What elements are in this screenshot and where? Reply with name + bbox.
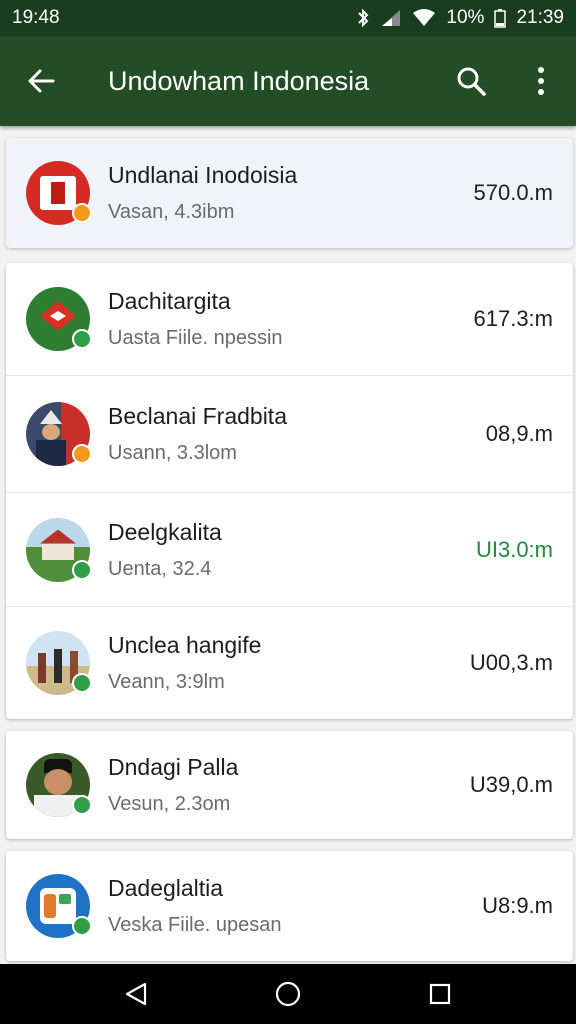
item-subtitle: Vasan, 4.3ibm xyxy=(108,201,235,223)
avatar xyxy=(26,402,92,466)
app-list: Undlanai Inodoisia Vasan, 4.3ibm 570.0.m… xyxy=(6,138,573,961)
item-name: Deelgkalita xyxy=(108,518,222,545)
list-item[interactable]: Undlanai Inodoisia Vasan, 4.3ibm 570.0.m xyxy=(6,138,573,248)
card-group-3: Dadeglaltia Veska Fiile. upesan U8:9.m xyxy=(6,851,573,961)
list-item[interactable]: Dndagi Palla Vesun, 2.3om U39,0.m xyxy=(6,731,573,839)
item-size: 617.3:m xyxy=(473,306,554,331)
avatar xyxy=(26,874,92,938)
status-bar: 19:48 10% 21:39 xyxy=(0,0,576,36)
item-name: Undlanai Inodoisia xyxy=(108,162,298,188)
battery-icon xyxy=(494,9,507,28)
overflow-menu-button[interactable] xyxy=(506,66,576,96)
item-name: Dachitargita xyxy=(108,288,231,314)
card-group-1: Dachitargita Uasta Fiile. npessin 617.3:… xyxy=(6,263,573,719)
item-subtitle: Usann, 3.3lom xyxy=(108,442,237,464)
status-time-left: 19:48 xyxy=(12,7,60,28)
list-item[interactable]: Dadeglaltia Veska Fiile. upesan U8:9.m xyxy=(6,851,573,961)
item-subtitle: Uenta, 32.4 xyxy=(108,557,212,580)
item-name: Beclanai Fradbita xyxy=(108,403,287,429)
avatar xyxy=(26,161,92,225)
list-item[interactable]: Unclea hangife Veann, 3:9lm U00,3.m xyxy=(6,607,573,719)
item-name: Unclea hangife xyxy=(108,632,262,658)
item-size: U00,3.m xyxy=(469,650,553,675)
update-badge-icon xyxy=(72,444,92,464)
nav-home-button[interactable] xyxy=(258,964,318,1024)
back-button[interactable] xyxy=(0,66,82,96)
item-size: UI3.0:m xyxy=(475,536,553,562)
item-size: U39,0.m xyxy=(469,772,553,797)
card-selected: Undlanai Inodoisia Vasan, 4.3ibm 570.0.m xyxy=(6,138,573,248)
check-badge-icon xyxy=(72,673,92,693)
check-badge-icon xyxy=(72,916,92,936)
update-badge-icon xyxy=(72,203,92,223)
avatar xyxy=(26,631,92,695)
search-button[interactable] xyxy=(436,65,506,97)
nav-back-icon xyxy=(125,982,147,1006)
system-nav-bar xyxy=(0,964,576,1024)
item-size: U8:9.m xyxy=(482,893,553,918)
avatar xyxy=(26,753,92,817)
search-icon xyxy=(457,67,486,96)
signal-icon xyxy=(382,10,401,26)
more-vert-icon xyxy=(538,67,544,95)
list-item[interactable]: Dachitargita Uasta Fiile. npessin 617.3:… xyxy=(6,263,573,376)
item-size: 570.0.m xyxy=(473,180,554,205)
arrow-left-icon xyxy=(28,69,55,93)
check-badge-icon xyxy=(72,559,92,580)
wifi-icon xyxy=(413,9,436,26)
item-name: Dndagi Palla xyxy=(108,754,239,780)
battery-percent: 10% xyxy=(446,7,485,28)
bluetooth-icon xyxy=(358,8,369,28)
item-name: Dadeglaltia xyxy=(108,875,224,901)
item-subtitle: Uasta Fiile. npessin xyxy=(108,327,283,349)
check-badge-icon xyxy=(72,795,92,815)
app-bar: Undowham Indonesia xyxy=(0,36,576,126)
item-subtitle: Veska Fiile. upesan xyxy=(108,914,282,936)
status-clock: 21:39 xyxy=(516,7,564,28)
nav-recents-icon xyxy=(429,983,451,1005)
page-title: Undowham Indonesia xyxy=(108,65,370,96)
item-size: 08,9.m xyxy=(485,421,553,446)
status-icons: 10% 21:39 xyxy=(356,7,564,29)
list-item[interactable]: Deelgkalita Uenta, 32.4 UI3.0:m xyxy=(6,493,573,607)
item-subtitle: Vesun, 2.3om xyxy=(108,793,231,815)
item-subtitle: Veann, 3:9lm xyxy=(108,671,225,693)
nav-back-button[interactable] xyxy=(106,964,166,1024)
avatar xyxy=(26,517,92,582)
list-item[interactable]: Beclanai Fradbita Usann, 3.3lom 08,9.m xyxy=(6,376,573,493)
card-group-2: Dndagi Palla Vesun, 2.3om U39,0.m xyxy=(6,731,573,839)
avatar xyxy=(26,287,92,351)
nav-recents-button[interactable] xyxy=(410,964,470,1024)
nav-home-icon xyxy=(275,981,301,1007)
check-badge-icon xyxy=(72,329,92,349)
